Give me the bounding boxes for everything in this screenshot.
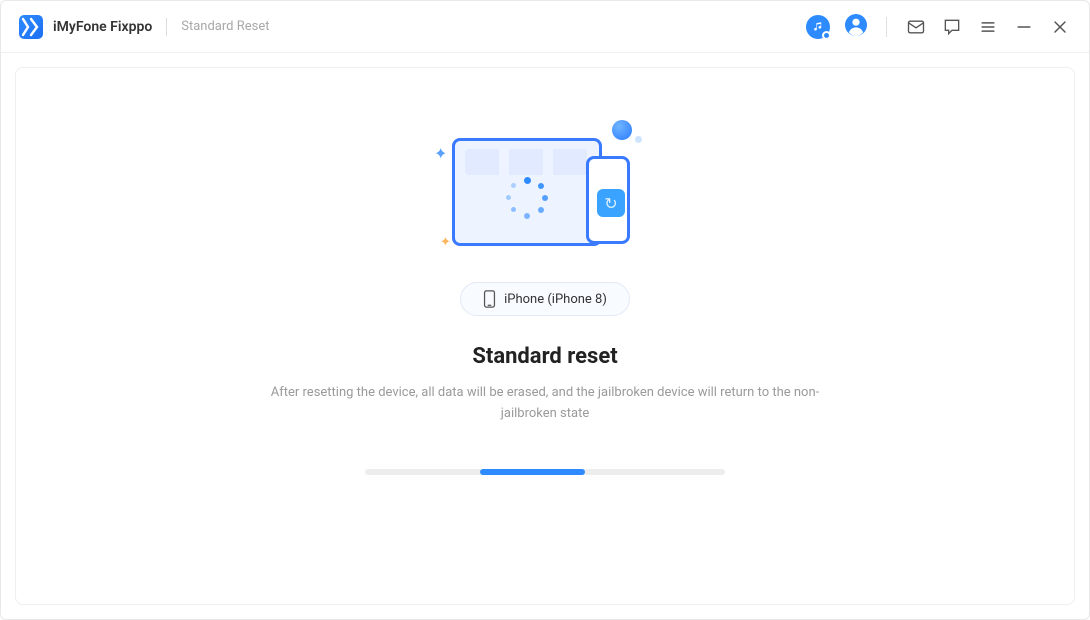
progress-bar (365, 469, 725, 475)
titlebar-actions (806, 13, 1071, 41)
device-label: iPhone (iPhone 8) (504, 292, 607, 307)
titlebar: iMyFone Fixppo Standard Reset (1, 1, 1089, 53)
minimize-button[interactable] (1013, 16, 1035, 38)
content-area: ✦ ↻ ✦ iPhone (iPhone 8) Standard reset A… (1, 53, 1089, 619)
page-heading: Standard reset (472, 344, 617, 369)
app-window: iMyFone Fixppo Standard Reset (0, 0, 1090, 620)
mail-icon[interactable] (905, 16, 927, 38)
sparkle-icon: ✦ (434, 144, 447, 163)
reset-illustration: ✦ ↻ ✦ (440, 118, 650, 258)
phone-app-icon: ↻ (597, 189, 625, 217)
device-pill: iPhone (iPhone 8) (460, 282, 630, 316)
close-button[interactable] (1049, 16, 1071, 38)
sparkle-icon: ✦ (440, 235, 451, 250)
app-logo-icon (19, 15, 43, 39)
account-icon[interactable] (844, 13, 868, 41)
spinner-icon (506, 177, 548, 219)
menu-icon[interactable] (977, 16, 999, 38)
main-card: ✦ ↻ ✦ iPhone (iPhone 8) Standard reset A… (15, 67, 1075, 605)
phone-graphic: ↻ (586, 156, 630, 244)
page-description: After resetting the device, all data wil… (265, 383, 825, 425)
tablet-graphic (452, 138, 602, 246)
progress-fill (480, 469, 584, 475)
search-badge-icon (822, 31, 831, 40)
titlebar-divider (886, 17, 887, 37)
music-transfer-icon[interactable] (806, 15, 830, 39)
title-separator (166, 18, 167, 36)
breadcrumb: Standard Reset (181, 19, 269, 34)
feedback-icon[interactable] (941, 16, 963, 38)
app-name: iMyFone Fixppo (53, 19, 152, 35)
phone-icon (483, 290, 496, 308)
sphere-graphic (612, 120, 632, 140)
